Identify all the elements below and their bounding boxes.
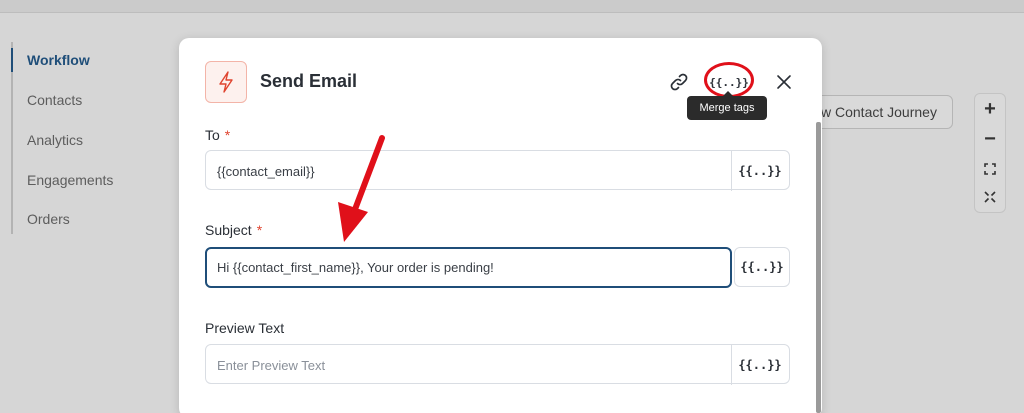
zoom-in-button[interactable]: + bbox=[975, 96, 1005, 122]
sidebar-item-analytics[interactable]: Analytics bbox=[27, 132, 83, 148]
copy-link-button[interactable] bbox=[666, 69, 692, 95]
fit-view-icon bbox=[984, 163, 996, 175]
to-label-text: To bbox=[205, 127, 220, 143]
sidebar-active-indicator bbox=[11, 48, 13, 72]
modal-title: Send Email bbox=[260, 71, 358, 91]
top-bar bbox=[0, 0, 1024, 13]
link-icon bbox=[670, 73, 688, 91]
sidebar-nav: Workflow Contacts Analytics Engagements … bbox=[11, 42, 161, 234]
fullscreen-icon bbox=[984, 191, 996, 203]
to-merge-tags-button[interactable]: {{..}} bbox=[731, 151, 789, 191]
subject-field-group: Hi {{contact_first_name}}, Your order is… bbox=[205, 247, 790, 288]
merge-tags-icon: {{..}} bbox=[738, 164, 782, 178]
lightning-icon bbox=[219, 71, 233, 93]
subject-label-text: Subject bbox=[205, 222, 252, 238]
subject-field-label: Subject * bbox=[205, 222, 262, 238]
required-mark: * bbox=[256, 222, 263, 238]
sidebar-item-contacts[interactable]: Contacts bbox=[27, 92, 82, 108]
preview-merge-tags-button[interactable]: {{..}} bbox=[731, 345, 789, 385]
preview-field-label: Preview Text bbox=[205, 320, 284, 336]
fit-view-button[interactable] bbox=[975, 156, 1005, 182]
required-mark: * bbox=[224, 127, 231, 143]
sidebar-item-orders[interactable]: Orders bbox=[27, 211, 70, 227]
merge-tags-tooltip: Merge tags bbox=[687, 91, 767, 120]
merge-tags-icon: {{..}} bbox=[738, 358, 782, 372]
sidebar-item-workflow[interactable]: Workflow bbox=[27, 52, 90, 68]
sidebar-item-engagements[interactable]: Engagements bbox=[27, 172, 113, 188]
fullscreen-button[interactable] bbox=[975, 184, 1005, 210]
modal-scrollbar[interactable] bbox=[816, 122, 821, 413]
close-icon bbox=[777, 75, 791, 89]
zoom-controls: + − bbox=[974, 93, 1006, 213]
preview-field-group: Enter Preview Text {{..}} bbox=[205, 344, 790, 385]
to-field-group: {{contact_email}} {{..}} bbox=[205, 150, 790, 191]
merge-tags-icon: {{..}} bbox=[740, 260, 784, 274]
subject-merge-tags-button[interactable]: {{..}} bbox=[734, 247, 790, 287]
merge-tags-icon: {{..}} bbox=[709, 75, 749, 89]
zoom-out-button[interactable]: − bbox=[975, 126, 1005, 152]
to-field-label: To * bbox=[205, 127, 230, 143]
subject-input[interactable]: Hi {{contact_first_name}}, Your order is… bbox=[205, 247, 732, 288]
to-input[interactable]: {{contact_email}} bbox=[206, 151, 732, 191]
send-email-modal: Send Email {{..}} Merge tags To * {{conta… bbox=[179, 38, 822, 413]
action-icon-box bbox=[205, 61, 247, 103]
preview-label-text: Preview Text bbox=[205, 320, 285, 336]
preview-input[interactable]: Enter Preview Text bbox=[206, 345, 732, 385]
close-button[interactable] bbox=[771, 69, 797, 95]
